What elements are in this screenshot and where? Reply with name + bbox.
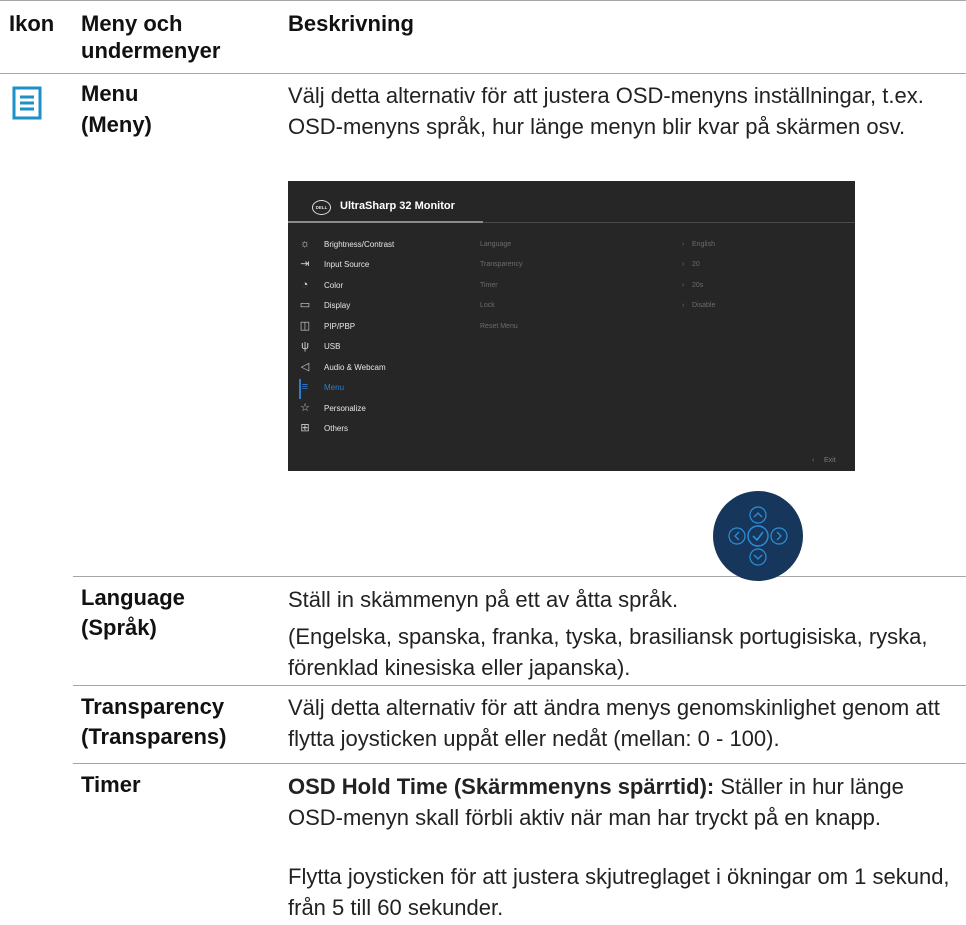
sun-icon: ☼ bbox=[299, 238, 311, 250]
header-rule bbox=[0, 73, 966, 74]
osd-title: UltraSharp 32 Monitor bbox=[340, 200, 455, 212]
osd-option-language[interactable]: Language bbox=[480, 241, 511, 248]
osd-option-timer[interactable]: Timer bbox=[480, 282, 498, 289]
osd-value-timer: 20s bbox=[692, 282, 704, 289]
row-rule-timer bbox=[73, 763, 966, 764]
language-description-list: (Engelska, spanska, franka, tyska, brasi… bbox=[288, 624, 928, 680]
osd-menu-item-display[interactable]: Display bbox=[324, 301, 350, 310]
osd-value-language: English bbox=[692, 241, 715, 248]
osd-hold-time-term: OSD Hold Time (Skärmmenyns spärrtid): bbox=[288, 774, 715, 799]
transparency-label-sv: (Transparens) bbox=[81, 724, 227, 749]
osd-exit-button[interactable]: Exit bbox=[824, 457, 836, 464]
language-label-sv: (Språk) bbox=[81, 615, 157, 640]
star-icon: ☆ bbox=[300, 402, 310, 414]
chevron-left-icon: ‹ bbox=[812, 457, 815, 464]
timer-description: OSD Hold Time (Skärmmenyns spärrtid): St… bbox=[288, 771, 960, 833]
header-menu-column: Meny och undermenyer bbox=[81, 11, 221, 63]
chevron-right-icon: › bbox=[682, 241, 685, 248]
palette-icon: ◔ bbox=[301, 279, 309, 291]
transparency-description: Välj detta alternativ för att ändra meny… bbox=[288, 695, 940, 751]
joystick-icon bbox=[713, 491, 803, 581]
osd-menu-item-pip[interactable]: PIP/PBP bbox=[324, 322, 355, 331]
row-rule-language bbox=[73, 576, 966, 577]
others-icon: ⊞ bbox=[300, 422, 310, 434]
chevron-right-icon: › bbox=[682, 302, 685, 309]
osd-title-underline bbox=[288, 221, 483, 223]
timer-description-joystick: Flytta joysticken för att justera skjutr… bbox=[288, 864, 950, 920]
header-icon-column: Ikon bbox=[9, 11, 55, 36]
row-rule-transparency bbox=[73, 685, 966, 686]
osd-menu-item-usb[interactable]: USB bbox=[324, 342, 340, 351]
osd-option-transparency[interactable]: Transparency bbox=[480, 261, 523, 268]
osd-value-transparency: 20 bbox=[692, 261, 700, 268]
osd-menu-item-brightness[interactable]: Brightness/Contrast bbox=[324, 240, 394, 249]
osd-menu-item-input[interactable]: Input Source bbox=[324, 260, 369, 269]
menu-icon bbox=[12, 86, 42, 120]
pip-icon: ◫ bbox=[299, 320, 311, 332]
osd-option-lock[interactable]: Lock bbox=[480, 302, 495, 309]
osd-menu-item-audio[interactable]: Audio & Webcam bbox=[324, 363, 386, 372]
transparency-label: Transparency bbox=[81, 694, 225, 719]
timer-label: Timer bbox=[81, 772, 141, 797]
menu-row-description: Välj detta alternativ för att justera OS… bbox=[288, 83, 924, 139]
osd-screenshot: DELL UltraSharp 32 Monitor ☼ Brightness/… bbox=[288, 181, 855, 471]
chevron-right-icon: › bbox=[682, 261, 685, 268]
menu-row-title: Menu bbox=[81, 81, 139, 106]
input-icon: ⇥ bbox=[300, 258, 310, 270]
language-label: Language bbox=[81, 585, 185, 610]
osd-menu-item-color[interactable]: Color bbox=[324, 281, 343, 290]
monitor-icon: ▭ bbox=[299, 299, 311, 311]
osd-menu-item-others[interactable]: Others bbox=[324, 424, 348, 433]
osd-value-lock: Disable bbox=[692, 302, 716, 309]
menu-icon: ≡ bbox=[301, 381, 309, 393]
dell-logo: DELL bbox=[312, 200, 331, 215]
osd-menu-item-menu[interactable]: Menu bbox=[324, 383, 344, 392]
header-description-column: Beskrivning bbox=[288, 11, 414, 36]
usb-icon: ψ bbox=[301, 340, 309, 352]
osd-menu-item-personalize[interactable]: Personalize bbox=[324, 404, 366, 413]
chevron-right-icon: › bbox=[682, 282, 685, 289]
language-description: Ställ in skämmenyn på ett av åtta språk. bbox=[288, 587, 679, 612]
osd-option-reset-menu[interactable]: Reset Menu bbox=[480, 323, 518, 330]
top-rule bbox=[0, 0, 966, 1]
speaker-icon: ◁ bbox=[300, 361, 310, 373]
menu-row-title-sv: (Meny) bbox=[81, 112, 152, 137]
